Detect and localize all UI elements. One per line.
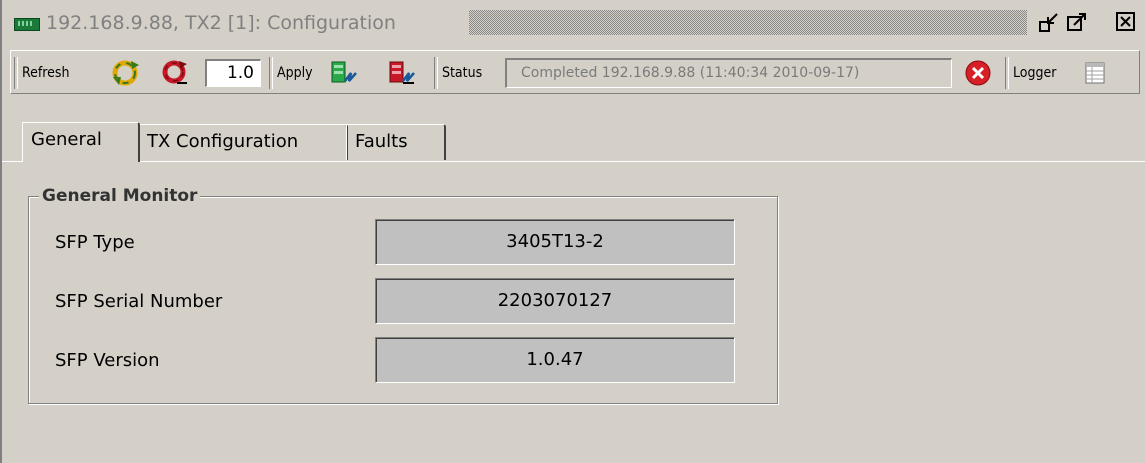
- tab-tx-configuration[interactable]: TX Configuration: [138, 124, 348, 160]
- tab-label: Faults: [355, 131, 408, 152]
- refresh-icon[interactable]: [111, 59, 141, 87]
- apply-red-icon[interactable]: [387, 59, 417, 87]
- sfp-type-label: SFP Type: [55, 232, 135, 253]
- status-label: Status: [442, 65, 483, 81]
- tab-label: TX Configuration: [147, 131, 299, 152]
- tab-label: General: [31, 129, 102, 150]
- close-icon[interactable]: [1115, 11, 1137, 33]
- version-field[interactable]: 1.0: [205, 59, 261, 87]
- toolbar-separator: [14, 57, 18, 89]
- tab-general[interactable]: General: [22, 122, 140, 162]
- toolbar-separator: [434, 57, 438, 89]
- title-drag-area[interactable]: [469, 10, 1027, 35]
- maximize-icon[interactable]: [1066, 11, 1088, 33]
- sfp-version-label: SFP Version: [55, 350, 160, 371]
- minimize-icon[interactable]: [1038, 11, 1060, 33]
- logger-label[interactable]: Logger: [1013, 63, 1056, 83]
- error-status-icon[interactable]: [964, 58, 994, 86]
- tab-panel-border: [2, 161, 1145, 162]
- general-monitor-group: General Monitor SFP Type 3405T13-2 SFP S…: [28, 185, 778, 404]
- apply-green-icon[interactable]: [329, 59, 359, 87]
- tab-faults[interactable]: Faults: [346, 124, 446, 160]
- apply-label[interactable]: Apply: [277, 63, 313, 83]
- status-field: Completed 192.168.9.88 (11:40:34 2010-09…: [505, 58, 952, 88]
- refresh-stop-icon[interactable]: [161, 59, 191, 87]
- toolbar-separator: [269, 57, 273, 89]
- window-title: 192.168.9.88, TX2 [1]: Configuration: [46, 12, 396, 34]
- refresh-label[interactable]: Refresh: [22, 63, 69, 83]
- configuration-window: 192.168.9.88, TX2 [1]: Configuration Ref…: [0, 0, 1145, 463]
- toolbar-separator: [1005, 57, 1009, 89]
- sfp-serial-number-value: 2203070127: [375, 278, 735, 324]
- sfp-version-value: 1.0.47: [375, 337, 735, 383]
- toolbar: Refresh 1.0 Apply Status Completed 192.1…: [10, 50, 1140, 94]
- title-bar[interactable]: 192.168.9.88, TX2 [1]: Configuration: [2, 0, 1145, 44]
- network-card-icon: [14, 18, 40, 31]
- sfp-type-value: 3405T13-2: [375, 219, 735, 265]
- sfp-serial-number-label: SFP Serial Number: [55, 291, 223, 312]
- logger-table-icon[interactable]: [1083, 59, 1113, 87]
- group-title: General Monitor: [39, 185, 201, 207]
